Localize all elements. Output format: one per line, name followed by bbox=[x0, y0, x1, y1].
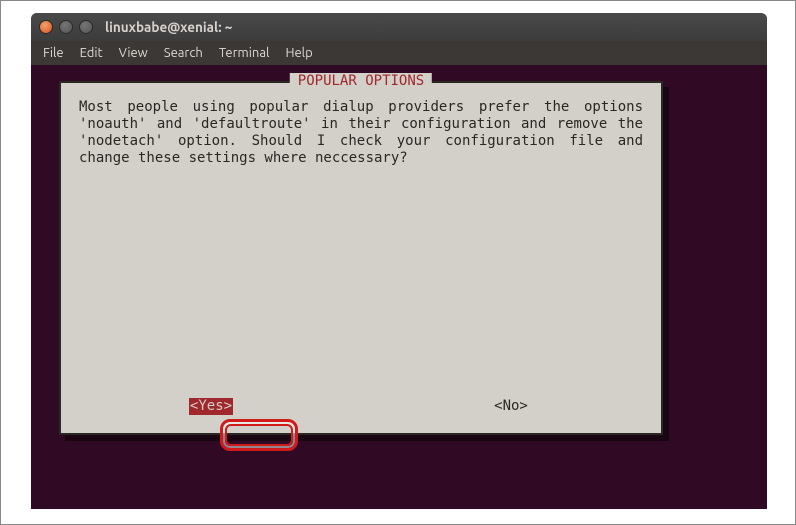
close-icon[interactable] bbox=[39, 20, 53, 34]
titlebar: linuxbabe@xenial: ~ bbox=[31, 13, 767, 41]
dialog-title: POPULAR OPTIONS bbox=[290, 73, 432, 90]
minimize-icon[interactable] bbox=[59, 20, 73, 34]
menu-help[interactable]: Help bbox=[279, 44, 318, 62]
menu-search[interactable]: Search bbox=[158, 44, 209, 62]
menubar: File Edit View Search Terminal Help bbox=[31, 41, 767, 65]
window-title: linuxbabe@xenial: ~ bbox=[105, 19, 232, 35]
menu-edit[interactable]: Edit bbox=[74, 44, 109, 62]
yes-button[interactable]: <Yes> bbox=[189, 398, 233, 415]
maximize-icon[interactable] bbox=[79, 20, 93, 34]
dialog-buttons: <Yes> <No> bbox=[61, 398, 661, 415]
terminal-content: POPULAR OPTIONS Most people using popula… bbox=[31, 65, 767, 465]
no-button[interactable]: <No> bbox=[494, 398, 528, 414]
terminal-window: linuxbabe@xenial: ~ File Edit View Searc… bbox=[31, 13, 767, 509]
menu-terminal[interactable]: Terminal bbox=[213, 44, 276, 62]
tui-dialog: POPULAR OPTIONS Most people using popula… bbox=[59, 81, 663, 435]
dialog-body: Most people using popular dialup provide… bbox=[61, 83, 661, 167]
menu-view[interactable]: View bbox=[113, 44, 154, 62]
menu-file[interactable]: File bbox=[37, 44, 70, 62]
